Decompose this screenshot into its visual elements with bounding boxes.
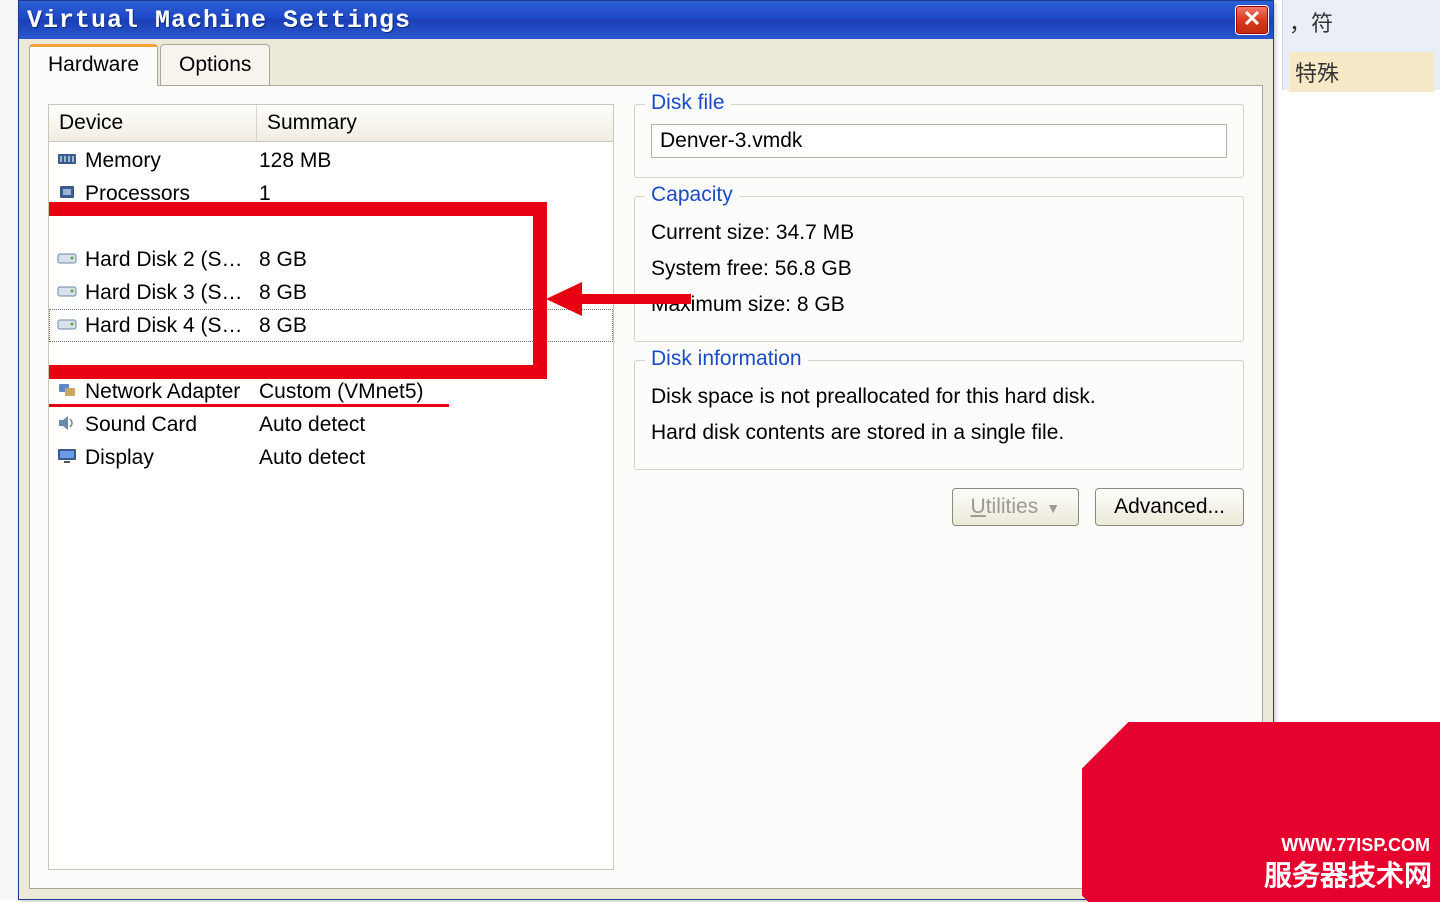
- tab-hardware[interactable]: Hardware: [29, 44, 158, 86]
- advanced-button[interactable]: Advanced...: [1095, 488, 1244, 526]
- chevron-down-icon: ▼: [1046, 500, 1060, 516]
- tab-strip: Hardware Options: [19, 39, 1273, 85]
- utilities-label-first: U: [971, 495, 986, 518]
- device-row-hard-disk-4[interactable]: Hard Disk 4 (S…8 GB: [49, 309, 613, 342]
- display-icon: [57, 448, 81, 468]
- capacity-group: Capacity Current size: 34.7 MB System fr…: [634, 196, 1244, 342]
- device-row-sound[interactable]: Sound CardAuto detect: [49, 408, 613, 441]
- details-panel: Disk file Capacity Current size: 34.7 MB…: [634, 104, 1244, 870]
- device-row-hard-disk-2[interactable]: Hard Disk 2 (S…8 GB: [49, 243, 613, 276]
- column-header-summary[interactable]: Summary: [257, 105, 613, 141]
- device-summary: 8 GB: [259, 281, 613, 305]
- current-size-value: 34.7 MB: [776, 221, 854, 244]
- device-list[interactable]: Memory128 MBProcessors1Hard Disk 2 (S…8 …: [49, 142, 613, 476]
- device-name: Memory: [85, 149, 259, 173]
- device-list-header: Device Summary: [49, 105, 613, 142]
- background-left-strip: [0, 0, 18, 900]
- watermark-text: 服务器技术网: [1264, 854, 1432, 894]
- vm-settings-dialog: Virtual Machine Settings ✕ Hardware Opti…: [18, 0, 1274, 900]
- disk-information-group: Disk information Disk space is not preal…: [634, 360, 1244, 470]
- disk-info-line-2: Hard disk contents are stored in a singl…: [651, 415, 1227, 451]
- window-title: Virtual Machine Settings: [27, 6, 411, 35]
- background-window-fragment: ，符 特殊: [1282, 0, 1440, 90]
- device-summary: Auto detect: [259, 446, 613, 470]
- device-summary: 128 MB: [259, 149, 613, 173]
- maximum-size-value: 8 GB: [797, 293, 845, 316]
- watermark-url: WWW.77ISP.COM: [1281, 835, 1430, 856]
- tab-options[interactable]: Options: [160, 44, 270, 85]
- device-name: Hard Disk 4 (S…: [85, 314, 259, 338]
- device-summary: 8 GB: [259, 248, 613, 272]
- device-name: Network Adapter: [85, 380, 259, 404]
- tab-hardware-label: Hardware: [48, 53, 139, 76]
- device-name: Sound Card: [85, 413, 259, 437]
- titlebar[interactable]: Virtual Machine Settings ✕: [19, 1, 1273, 39]
- device-summary: 8 GB: [259, 314, 613, 338]
- device-summary: Auto detect: [259, 413, 613, 437]
- system-free-value: 56.8 GB: [775, 257, 852, 280]
- device-panel: Device Summary Memory128 MBProcessors1Ha…: [48, 104, 614, 870]
- fragment-text-1: ，符: [1289, 6, 1434, 38]
- hard-disk-2-icon: [57, 250, 81, 270]
- disk-information-legend: Disk information: [645, 347, 808, 371]
- device-row-display[interactable]: DisplayAuto detect: [49, 441, 613, 474]
- tab-body: Device Summary Memory128 MBProcessors1Ha…: [29, 85, 1263, 889]
- maximum-size-label: Maximum size:: [651, 293, 791, 316]
- disk-file-input[interactable]: [651, 124, 1227, 158]
- device-name: Display: [85, 446, 259, 470]
- current-size-label: Current size:: [651, 221, 770, 244]
- close-button[interactable]: ✕: [1235, 5, 1269, 35]
- capacity-legend: Capacity: [645, 183, 739, 207]
- network-icon: [57, 382, 81, 402]
- disk-file-group: Disk file: [634, 104, 1244, 178]
- memory-icon: [57, 151, 81, 171]
- device-row-processors[interactable]: Processors1: [49, 177, 613, 210]
- device-row-network[interactable]: Network AdapterCustom (VMnet5): [49, 375, 613, 408]
- disk-file-legend: Disk file: [645, 91, 731, 115]
- device-row-hard-disk-3[interactable]: Hard Disk 3 (S…8 GB: [49, 276, 613, 309]
- processors-icon: [57, 184, 81, 204]
- utilities-button[interactable]: Utilities ▼: [952, 488, 1080, 526]
- utilities-label-rest: tilities: [986, 495, 1039, 518]
- column-header-device[interactable]: Device: [49, 105, 257, 141]
- advanced-label: Advanced...: [1114, 495, 1225, 518]
- device-name: Hard Disk 2 (S…: [85, 248, 259, 272]
- device-name: Hard Disk 3 (S…: [85, 281, 259, 305]
- sound-icon: [57, 415, 81, 435]
- device-row-memory[interactable]: Memory128 MB: [49, 144, 613, 177]
- disk-info-line-1: Disk space is not preallocated for this …: [651, 379, 1227, 415]
- fragment-text-2: 特殊: [1289, 52, 1434, 92]
- device-name: Processors: [85, 182, 259, 206]
- close-icon: ✕: [1243, 6, 1261, 31]
- hard-disk-3-icon: [57, 283, 81, 303]
- tab-options-label: Options: [179, 53, 251, 76]
- system-free-label: System free:: [651, 257, 769, 280]
- device-summary: 1: [259, 182, 613, 206]
- button-row: Utilities ▼ Advanced...: [634, 488, 1244, 526]
- device-summary: Custom (VMnet5): [259, 380, 613, 404]
- hard-disk-4-icon: [57, 316, 81, 336]
